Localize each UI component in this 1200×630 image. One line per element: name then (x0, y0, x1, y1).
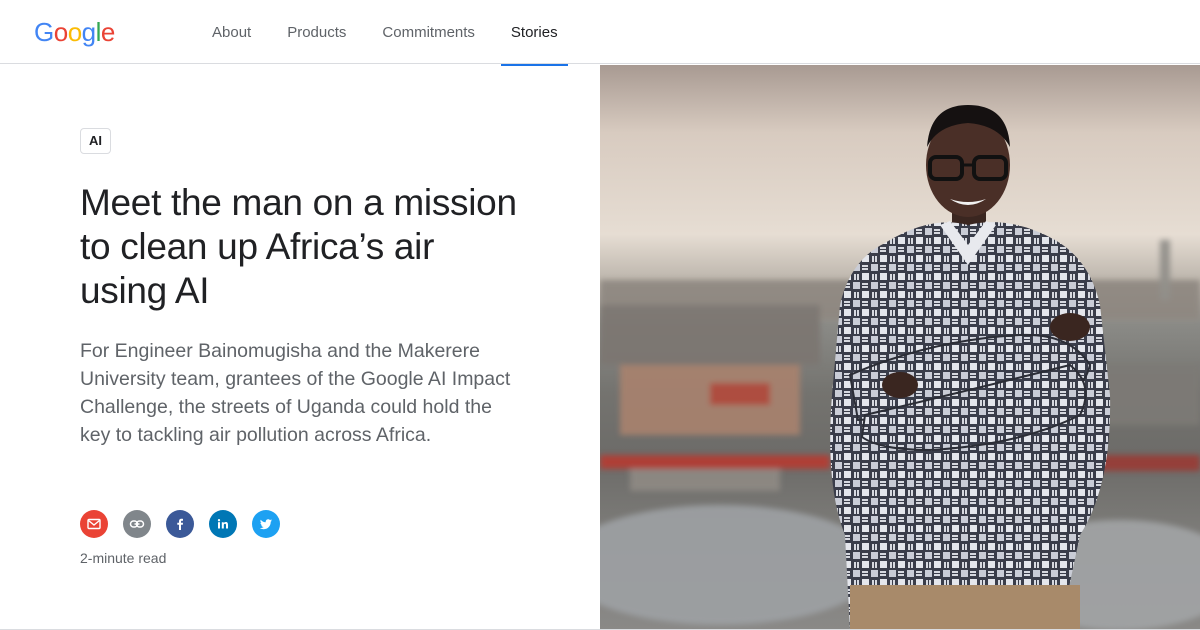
email-icon (87, 518, 101, 530)
category-tag[interactable]: AI (80, 128, 111, 154)
link-icon (129, 520, 145, 528)
main-nav: About Products Commitments Stories (194, 0, 576, 66)
site-header: Google About Products Commitments Storie… (0, 0, 1200, 66)
logo-letter: g (81, 17, 96, 47)
portrait-illustration (600, 105, 1200, 630)
logo-letter: G (34, 17, 54, 47)
share-facebook-button[interactable] (166, 510, 194, 538)
read-time: 2-minute read (80, 550, 167, 566)
article-title: Meet the man on a mission to clean up Af… (80, 182, 517, 311)
copy-link-button[interactable] (123, 510, 151, 538)
article-intro: AI Meet the man on a mission to clean up… (0, 65, 600, 630)
facebook-icon (177, 518, 183, 530)
hero-photo (600, 65, 1200, 630)
logo-letter: e (100, 17, 115, 47)
share-buttons (80, 510, 280, 538)
nav-about[interactable]: About (194, 0, 269, 64)
logo-letter: o (67, 17, 82, 47)
logo-letter: o (53, 17, 68, 47)
nav-commitments[interactable]: Commitments (364, 0, 493, 64)
share-twitter-button[interactable] (252, 510, 280, 538)
nav-stories[interactable]: Stories (493, 0, 576, 66)
google-logo[interactable]: Google (34, 17, 115, 47)
share-linkedin-button[interactable] (209, 510, 237, 538)
nav-products[interactable]: Products (269, 0, 364, 64)
share-email-button[interactable] (80, 510, 108, 538)
twitter-icon (259, 519, 272, 530)
linkedin-icon (217, 519, 228, 529)
article-summary: For Engineer Bainomugisha and the Makere… (80, 340, 511, 446)
